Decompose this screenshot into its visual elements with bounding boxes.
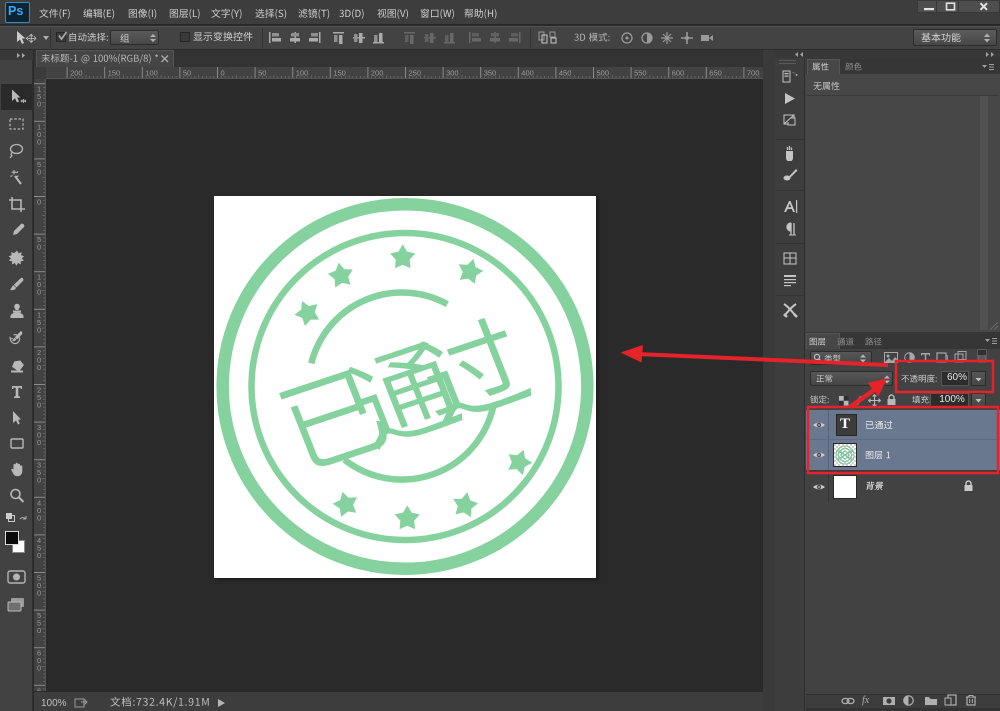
svg-text:300: 300: [446, 69, 459, 78]
svg-text:400: 400: [521, 69, 534, 78]
svg-text:700: 700: [747, 69, 760, 78]
svg-text:0: 0: [37, 325, 41, 334]
svg-text:600: 600: [672, 69, 685, 78]
svg-text:100: 100: [296, 69, 309, 78]
svg-text:0: 0: [37, 626, 41, 635]
svg-text:0: 0: [37, 664, 41, 673]
svg-text:0: 0: [37, 100, 41, 109]
svg-text:0: 0: [37, 288, 41, 297]
svg-text:250: 250: [409, 69, 422, 78]
svg-text:0: 0: [37, 513, 41, 522]
svg-text:500: 500: [597, 69, 610, 78]
svg-text:200: 200: [371, 69, 384, 78]
svg-text:0: 0: [37, 243, 41, 252]
svg-text:0: 0: [37, 363, 41, 372]
svg-text:150: 150: [333, 69, 346, 78]
svg-text:0: 0: [37, 551, 41, 560]
svg-text:0: 0: [37, 401, 41, 410]
svg-text:650: 650: [709, 69, 722, 78]
svg-text:450: 450: [559, 69, 572, 78]
svg-text:350: 350: [484, 69, 497, 78]
svg-text:0: 0: [37, 438, 41, 447]
svg-text:200: 200: [70, 69, 83, 78]
svg-text:150: 150: [108, 69, 121, 78]
svg-text:0: 0: [37, 589, 41, 598]
svg-text:0: 0: [37, 198, 41, 207]
svg-text:0: 0: [37, 137, 41, 146]
svg-text:0: 0: [37, 476, 41, 485]
svg-text:100: 100: [145, 69, 158, 78]
svg-text:550: 550: [634, 69, 647, 78]
svg-text:0: 0: [37, 167, 41, 176]
